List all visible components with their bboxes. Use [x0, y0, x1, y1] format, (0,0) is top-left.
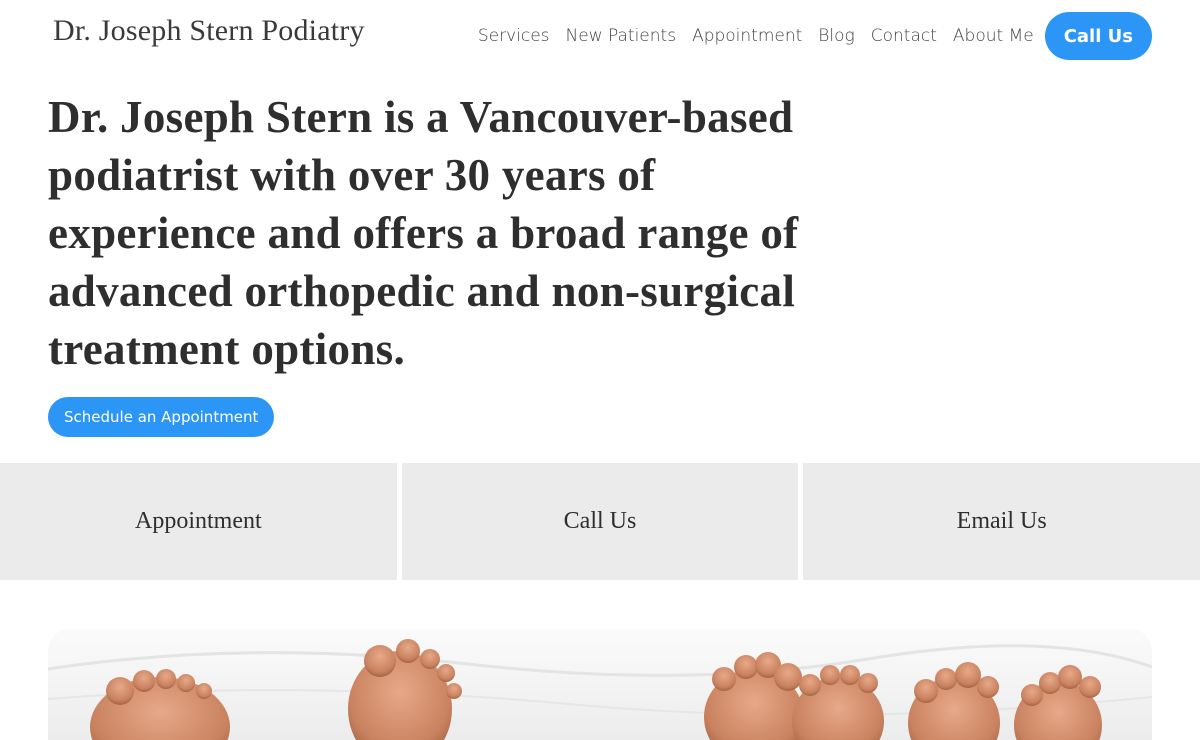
nav-link-services[interactable]: Services: [478, 26, 550, 46]
feet-illustration: [48, 629, 1152, 740]
site-header: Dr. Joseph Stern Podiatry Services New P…: [0, 0, 1200, 78]
tile-email-us[interactable]: Email Us: [803, 463, 1200, 580]
quick-links: Appointment Call Us Email Us: [0, 463, 1200, 580]
tile-appointment[interactable]: Appointment: [0, 463, 397, 580]
nav-link-contact[interactable]: Contact: [871, 26, 937, 46]
tile-call-us[interactable]: Call Us: [401, 463, 799, 580]
site-logo[interactable]: Dr. Joseph Stern Podiatry: [53, 14, 365, 48]
foot-4: [792, 665, 884, 740]
bare-feet-photo: [48, 629, 1152, 740]
call-us-button[interactable]: Call Us: [1044, 12, 1152, 60]
nav-link-new-patients[interactable]: New Patients: [566, 26, 677, 46]
hero-heading: Dr. Joseph Stern is a Vancouver-based po…: [48, 92, 799, 374]
main-nav: Services New Patients Appointment Blog C…: [478, 12, 1152, 60]
schedule-appointment-button[interactable]: Schedule an Appointment: [48, 397, 275, 437]
nav-link-blog[interactable]: Blog: [818, 26, 854, 46]
nav-link-about-me[interactable]: About Me: [953, 26, 1034, 46]
nav-link-appointment[interactable]: Appointment: [692, 26, 802, 46]
